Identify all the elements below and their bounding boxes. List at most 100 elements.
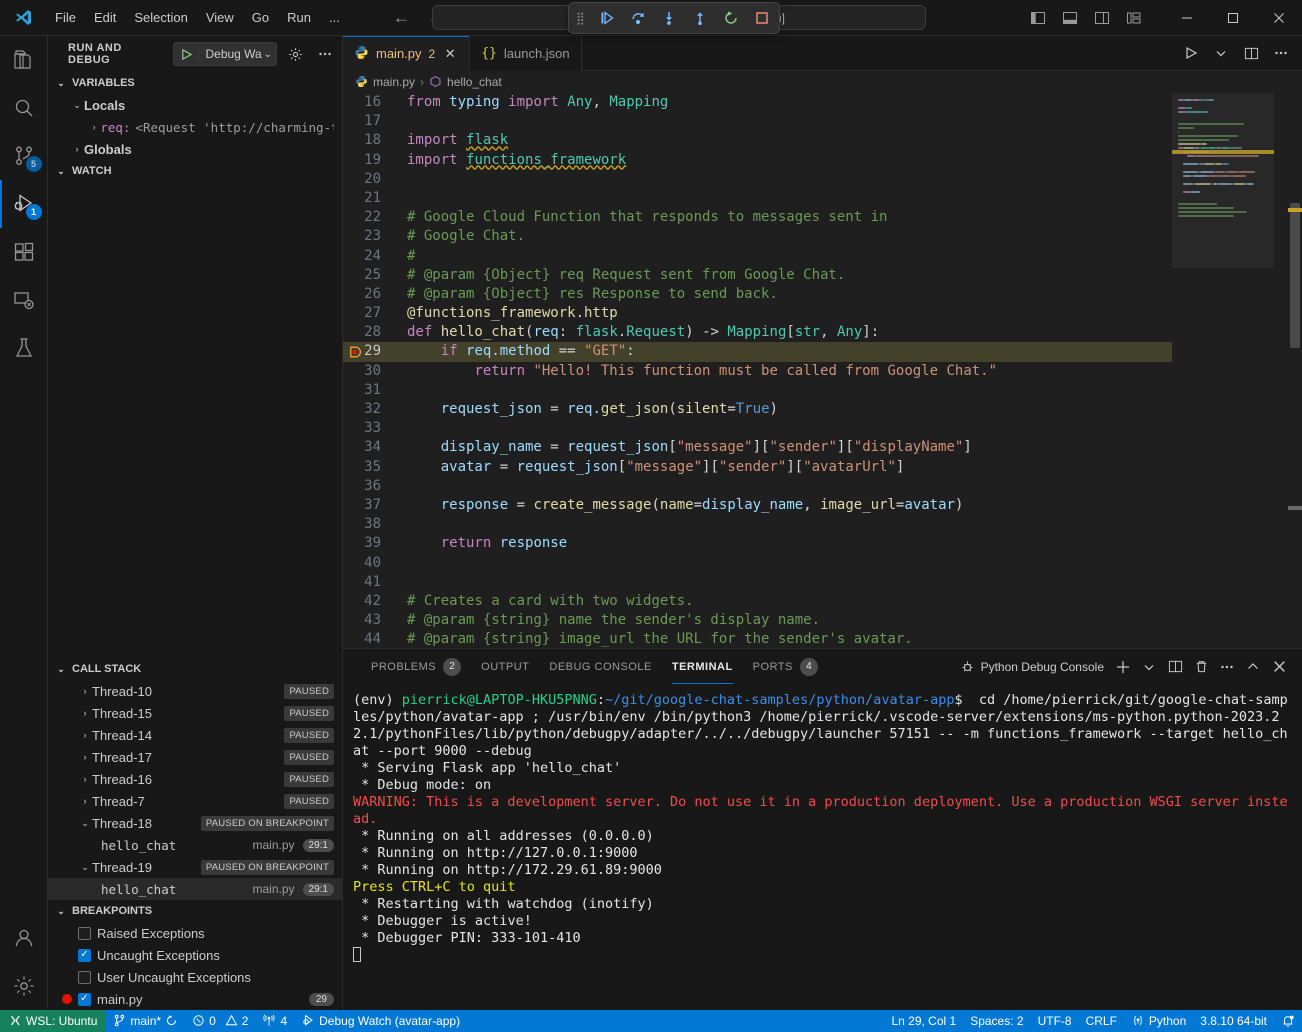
variable-item-req[interactable]: › req: <Request 'http://charming-tro… — [48, 116, 342, 138]
status-encoding[interactable]: UTF-8 — [1031, 1010, 1079, 1032]
code-line[interactable]: 42# Creates a card with two widgets. — [343, 592, 1172, 611]
activitybar-item-accounts[interactable] — [0, 914, 48, 962]
code-line[interactable]: 25# @param {Object} req Request sent fro… — [343, 266, 1172, 285]
more-actions-icon[interactable] — [1216, 656, 1238, 678]
menu-file[interactable]: File — [46, 6, 85, 29]
code-line[interactable]: 19import functions_framework — [343, 151, 1172, 170]
callstack-thread[interactable]: › Thread-10 PAUSED — [48, 680, 342, 702]
activitybar-item-remote-explorer[interactable] — [0, 276, 48, 324]
tab-launch-json[interactable]: {} launch.json — [470, 36, 581, 71]
section-breakpoints-header[interactable]: ⌄ BREAKPOINTS — [48, 900, 342, 922]
checkbox[interactable] — [78, 971, 91, 984]
code-line[interactable]: 32 request_json = req.get_json(silent=Tr… — [343, 400, 1172, 419]
launch-configuration-select[interactable]: Debug Wa ⌄ — [173, 42, 276, 66]
status-problems[interactable]: 0 2 — [185, 1010, 255, 1032]
split-editor-icon[interactable] — [1240, 42, 1262, 64]
callstack-thread[interactable]: ⌄ Thread-19 PAUSED ON BREAKPOINT — [48, 856, 342, 878]
toggle-primary-sidebar-icon[interactable] — [1026, 7, 1050, 29]
stop-icon[interactable] — [752, 8, 772, 28]
code-line[interactable]: 33 — [343, 419, 1172, 438]
callstack-thread[interactable]: ⌄ Thread-18 PAUSED ON BREAKPOINT — [48, 812, 342, 834]
activitybar-item-settings[interactable] — [0, 962, 48, 1010]
customize-layout-icon[interactable] — [1122, 7, 1146, 29]
debug-toolbar[interactable]: ⣿ — [568, 2, 780, 34]
terminal-output[interactable]: (env) pierrick@LAPTOP-HKU5PNNG:~/git/goo… — [343, 684, 1302, 1010]
callstack-frame[interactable]: hello_chat main.py 29:1 — [48, 834, 342, 856]
code-line[interactable]: 39 return response — [343, 534, 1172, 553]
editor-scrollbar[interactable] — [1288, 93, 1302, 648]
chevron-down-icon[interactable] — [1138, 656, 1160, 678]
code-line-current[interactable]: 29 if req.method == "GET": — [343, 342, 1172, 361]
minimap[interactable] — [1172, 93, 1288, 648]
code-line[interactable]: 17 — [343, 112, 1172, 131]
menu-go[interactable]: Go — [243, 6, 278, 29]
status-ports[interactable]: 4 — [255, 1010, 294, 1032]
start-debugging-icon[interactable] — [174, 48, 198, 61]
panel-tab-debug-console[interactable]: DEBUG CONSOLE — [539, 649, 661, 684]
callstack-thread[interactable]: › Thread-14 PAUSED — [48, 724, 342, 746]
activitybar-item-extensions[interactable] — [0, 228, 48, 276]
split-terminal-icon[interactable] — [1164, 656, 1186, 678]
scrollbar-thumb[interactable] — [1290, 203, 1300, 348]
variables-group-locals[interactable]: ⌄ Locals — [48, 94, 342, 116]
code-line[interactable]: 43# @param {string} name the sender's di… — [343, 611, 1172, 630]
variables-group-globals[interactable]: › Globals — [48, 138, 342, 160]
step-into-icon[interactable] — [659, 8, 679, 28]
status-git-branch[interactable]: main* — [106, 1010, 185, 1032]
code-line[interactable]: 34 display_name = request_json["message"… — [343, 438, 1172, 457]
tab-main-py[interactable]: main.py 2 ✕ — [343, 36, 470, 71]
breadcrumb-file[interactable]: main.py — [373, 75, 415, 89]
code-line[interactable]: 28def hello_chat(req: flask.Request) -> … — [343, 323, 1172, 342]
panel-tab-output[interactable]: OUTPUT — [471, 649, 539, 684]
kill-terminal-icon[interactable] — [1190, 656, 1212, 678]
code-line[interactable]: 44# @param {string} image_url the URL fo… — [343, 630, 1172, 648]
code-line[interactable]: 16from typing import Any, Mapping — [343, 93, 1172, 112]
gear-icon[interactable] — [285, 43, 307, 65]
step-over-icon[interactable] — [628, 8, 648, 28]
menu-run[interactable]: Run — [278, 6, 320, 29]
minimap-slider[interactable] — [1172, 93, 1274, 268]
code-line[interactable]: 30 return "Hello! This function must be … — [343, 362, 1172, 381]
menu-selection[interactable]: Selection — [125, 6, 196, 29]
callstack-frame-selected[interactable]: hello_chat main.py 29:1 — [48, 878, 342, 900]
toggle-panel-icon[interactable] — [1058, 7, 1082, 29]
go-back-icon[interactable]: ← — [393, 8, 410, 28]
status-debug-session[interactable]: Debug Watch (avatar-app) — [294, 1010, 467, 1032]
active-terminal-name[interactable]: Python Debug Console — [960, 659, 1104, 674]
breakpoint-user-uncaught-exceptions[interactable]: User Uncaught Exceptions — [48, 966, 342, 988]
run-python-file-icon[interactable] — [1180, 42, 1202, 64]
more-actions-icon[interactable] — [314, 43, 336, 65]
step-out-icon[interactable] — [690, 8, 710, 28]
status-indentation[interactable]: Spaces: 2 — [963, 1010, 1030, 1032]
code-line[interactable]: 27@functions_framework.http — [343, 304, 1172, 323]
section-watch-header[interactable]: ⌄ WATCH — [48, 160, 342, 182]
panel-tab-problems[interactable]: PROBLEMS 2 — [361, 649, 471, 684]
activitybar-item-run-and-debug[interactable]: 1 — [0, 180, 48, 228]
code-line[interactable]: 21 — [343, 189, 1172, 208]
breakpoint-current-arrow-icon[interactable] — [349, 345, 363, 359]
sync-icon[interactable] — [165, 1014, 178, 1028]
code-lines[interactable]: 16from typing import Any, Mapping1718imp… — [343, 93, 1172, 648]
continue-icon[interactable] — [597, 8, 617, 28]
code-editor[interactable]: 16from typing import Any, Mapping1718imp… — [343, 93, 1302, 648]
code-line[interactable]: 36 — [343, 477, 1172, 496]
activitybar-item-source-control[interactable]: 5 — [0, 132, 48, 180]
close-button[interactable] — [1256, 0, 1302, 36]
watch-tree[interactable] — [48, 182, 342, 658]
code-line[interactable]: 20 — [343, 170, 1172, 189]
panel-tab-ports[interactable]: PORTS 4 — [743, 649, 828, 684]
breakpoint-mainpy[interactable]: main.py 29 — [48, 988, 342, 1010]
status-cursor-position[interactable]: Ln 29, Col 1 — [884, 1010, 963, 1032]
code-line[interactable]: 35 avatar = request_json["message"]["sen… — [343, 458, 1172, 477]
chevron-down-icon[interactable] — [1210, 42, 1232, 64]
code-line[interactable]: 37 response = create_message(name=displa… — [343, 496, 1172, 515]
section-variables-header[interactable]: ⌄ VARIABLES — [48, 72, 342, 94]
menu-edit[interactable]: Edit — [85, 6, 125, 29]
status-notifications[interactable] — [1274, 1010, 1302, 1032]
activitybar-item-search[interactable] — [0, 84, 48, 132]
section-callstack-header[interactable]: ⌄ CALL STACK — [48, 658, 342, 680]
breakpoint-uncaught-exceptions[interactable]: Uncaught Exceptions — [48, 944, 342, 966]
code-line[interactable]: 26# @param {Object} res Response to send… — [343, 285, 1172, 304]
status-interpreter-version[interactable]: 3.8.10 64-bit — [1193, 1010, 1274, 1032]
menu-view[interactable]: View — [197, 6, 243, 29]
